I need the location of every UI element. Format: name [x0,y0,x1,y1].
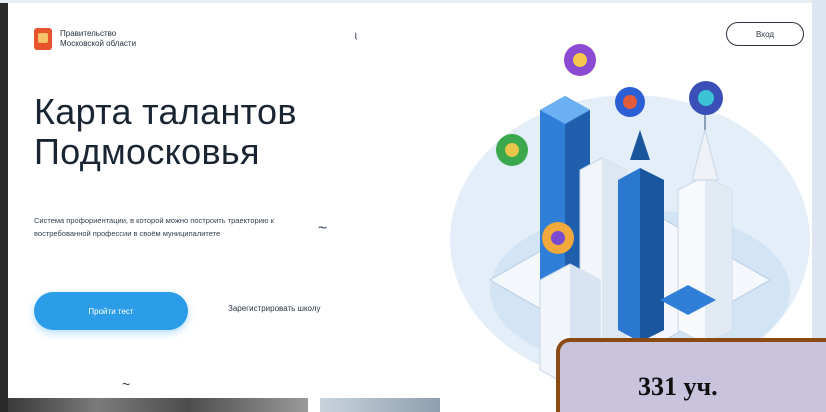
page-edge [0,0,8,412]
floating-icon-dot [623,95,637,109]
take-test-button[interactable]: Пройти тест [34,292,188,330]
title-line-1: Карта талантов [34,91,297,132]
squiggle-decoration: ~ [122,376,131,392]
page-top-edge [0,0,826,3]
floating-icon-dot [573,53,587,67]
logo-text: Правительство Московской области [60,29,180,49]
logo-line-2: Московской области [60,39,137,48]
isometric-city-illustration [450,44,810,387]
title-highlight [210,176,380,186]
squiggle-decoration: ~ [347,30,365,42]
floating-icon-dot [505,143,519,157]
hero-description: Система профориентации, в которой можно … [34,216,274,238]
photo-preview [8,398,308,412]
page-title: Карта талантов Подмосковья [34,92,297,172]
coat-of-arms-icon [34,28,52,50]
title-line-2: Подмосковья [34,131,260,172]
photo-preview [320,398,440,412]
floating-icon-dot [698,90,714,106]
register-school-link[interactable]: Зарегистрировать школу [228,304,320,313]
government-logo[interactable]: Правительство Московской области [34,28,180,50]
participants-badge: 331 уч. [556,338,826,412]
participants-count: 331 уч. [638,372,718,401]
floating-icon-dot [551,231,565,245]
squiggle-decoration: ~ [318,220,328,237]
logo-line-1: Правительство [60,29,117,38]
